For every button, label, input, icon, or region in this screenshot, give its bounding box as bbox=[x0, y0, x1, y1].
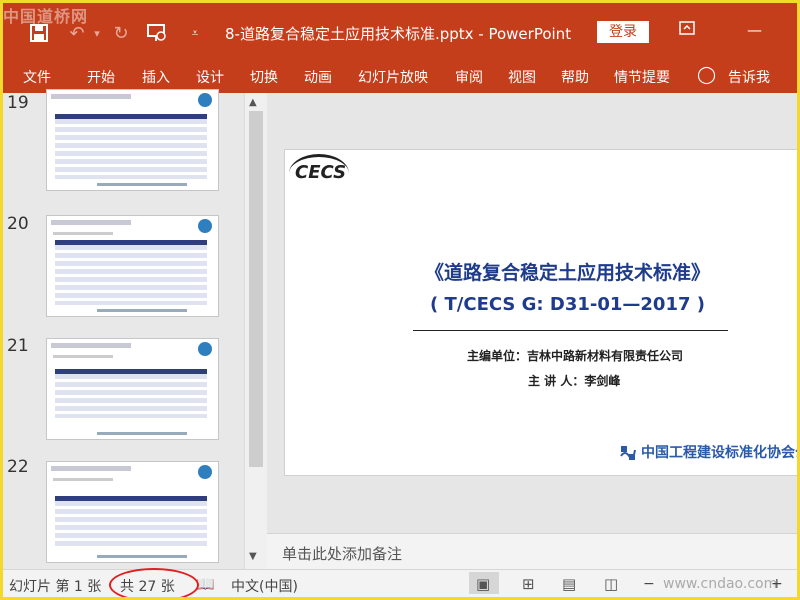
tab-home[interactable]: 开始 bbox=[87, 67, 115, 87]
current-slide[interactable]: CECS 《道路复合稳定土应用技术标准》 ( T/CECS G: D31-01—… bbox=[284, 149, 797, 476]
lightbulb-icon[interactable]: ◯ bbox=[697, 65, 716, 85]
slide-thumbnail-22[interactable] bbox=[46, 461, 219, 563]
thumbnail-logo-icon bbox=[198, 342, 212, 356]
tab-animations[interactable]: 动画 bbox=[304, 67, 332, 87]
thumbnail-subtitle bbox=[53, 232, 113, 235]
save-icon[interactable] bbox=[27, 21, 51, 45]
document-title: 8-道路复合稳定土应用技术标准.pptx - PowerPoint bbox=[225, 25, 572, 43]
divider-line bbox=[413, 330, 728, 331]
scroll-down-icon[interactable]: ▼ bbox=[249, 551, 257, 562]
thumbnail-table bbox=[55, 369, 207, 418]
thumbnail-footer bbox=[97, 555, 187, 558]
thumbnail-number: 22 bbox=[7, 457, 29, 477]
slide-title[interactable]: 《道路复合稳定土应用技术标准》 bbox=[285, 258, 797, 285]
thumbnail-logo-icon bbox=[198, 219, 212, 233]
tab-storyboarding[interactable]: 情节提要 bbox=[614, 67, 670, 87]
thumbnail-table bbox=[55, 496, 207, 547]
slide-edit-area: CECS 《道路复合稳定土应用技术标准》 ( T/CECS G: D31-01—… bbox=[267, 93, 797, 533]
slide-thumbnail-pane: 19 20 21 22 ▲ ▼ bbox=[3, 89, 267, 569]
thumbnail-table bbox=[55, 114, 207, 179]
speaker-text[interactable]: 主 讲 人：李剑峰 bbox=[528, 372, 620, 389]
slide-standard-code[interactable]: ( T/CECS G: D31-01—2017 ) bbox=[285, 294, 797, 315]
zoom-in-button[interactable]: + bbox=[771, 576, 783, 592]
slideshow-icon[interactable] bbox=[145, 21, 169, 45]
cecs-org-logo-icon bbox=[620, 446, 636, 460]
thumbnail-table bbox=[55, 240, 207, 305]
red-circle-annotation bbox=[109, 568, 199, 597]
thumbnail-number: 21 bbox=[7, 336, 29, 356]
tab-transitions[interactable]: 切换 bbox=[250, 67, 278, 87]
watermark-bottom: www.cndao.com bbox=[663, 576, 778, 592]
login-button[interactable]: 登录 bbox=[597, 21, 649, 43]
thumbnail-number: 19 bbox=[7, 93, 29, 113]
redo-icon[interactable]: ↻ bbox=[109, 21, 133, 45]
editor-unit-text[interactable]: 主编单位：吉林中路新材料有限责任公司 bbox=[467, 347, 683, 364]
reading-view-icon[interactable]: ▤ bbox=[562, 575, 576, 593]
slide-thumbnail-21[interactable] bbox=[46, 338, 219, 440]
thumbnail-footer bbox=[97, 183, 187, 186]
thumbnail-logo-icon bbox=[198, 465, 212, 479]
slide-position: 幻灯片 第 1 张 bbox=[9, 579, 102, 595]
ribbon-display-icon[interactable] bbox=[679, 21, 695, 39]
thumbnail-footer bbox=[97, 432, 187, 435]
thumbnail-footer bbox=[97, 309, 187, 312]
thumbnail-title bbox=[51, 466, 131, 471]
tell-me-box[interactable]: 告诉我 bbox=[728, 67, 770, 87]
tab-help[interactable]: 帮助 bbox=[561, 67, 589, 87]
tab-file[interactable]: 文件 bbox=[23, 67, 51, 87]
slide-sorter-icon[interactable]: ⊞ bbox=[522, 575, 535, 593]
tab-review[interactable]: 审阅 bbox=[455, 67, 483, 87]
tab-insert[interactable]: 插入 bbox=[142, 67, 170, 87]
thumbnail-title bbox=[51, 220, 131, 225]
slide-thumbnail-20[interactable] bbox=[46, 215, 219, 317]
thumbnail-logo-icon bbox=[198, 93, 212, 107]
notes-pane[interactable]: 单击此处添加备注 bbox=[267, 533, 797, 570]
scroll-up-icon[interactable]: ▲ bbox=[249, 97, 257, 108]
tab-slideshow[interactable]: 幻灯片放映 bbox=[358, 67, 428, 87]
language-indicator[interactable]: 中文(中国) bbox=[231, 576, 298, 596]
powerpoint-window: 中国道桥网 ↶ ▾ ↻ ⩡ 8-道路复合稳定土应用技术标准.pptx - Pow… bbox=[3, 3, 797, 597]
title-bar: 中国道桥网 ↶ ▾ ↻ ⩡ 8-道路复合稳定土应用技术标准.pptx - Pow… bbox=[3, 3, 797, 59]
ribbon-tabs: 文件 开始 插入 设计 切换 动画 幻灯片放映 审阅 视图 帮助 情节提要 ◯ … bbox=[3, 59, 797, 93]
undo-dropdown-icon[interactable]: ▾ bbox=[85, 21, 109, 45]
notes-placeholder: 单击此处添加备注 bbox=[282, 545, 403, 563]
thumbnail-title bbox=[51, 94, 131, 99]
organization-name: 中国工程建设标准化协会公 bbox=[641, 445, 797, 461]
tab-view[interactable]: 视图 bbox=[508, 67, 536, 87]
scrollbar-thumb[interactable] bbox=[249, 111, 263, 467]
slide-thumbnail-19[interactable] bbox=[46, 89, 219, 191]
customize-qat-icon[interactable]: ⩡ bbox=[183, 21, 207, 45]
minimize-icon[interactable]: — bbox=[747, 21, 762, 39]
normal-view-icon[interactable]: ▣ bbox=[476, 575, 490, 593]
zoom-out-button[interactable]: − bbox=[643, 576, 655, 592]
thumbnail-scrollbar[interactable]: ▲ ▼ bbox=[244, 93, 267, 569]
tab-design[interactable]: 设计 bbox=[196, 67, 224, 87]
thumbnail-number: 20 bbox=[7, 214, 29, 234]
thumbnail-subtitle bbox=[53, 478, 113, 481]
slideshow-view-icon[interactable]: ◫ bbox=[604, 575, 618, 593]
cecs-logo: CECS bbox=[295, 162, 347, 183]
thumbnail-title bbox=[51, 343, 131, 348]
thumbnail-subtitle bbox=[53, 355, 113, 358]
